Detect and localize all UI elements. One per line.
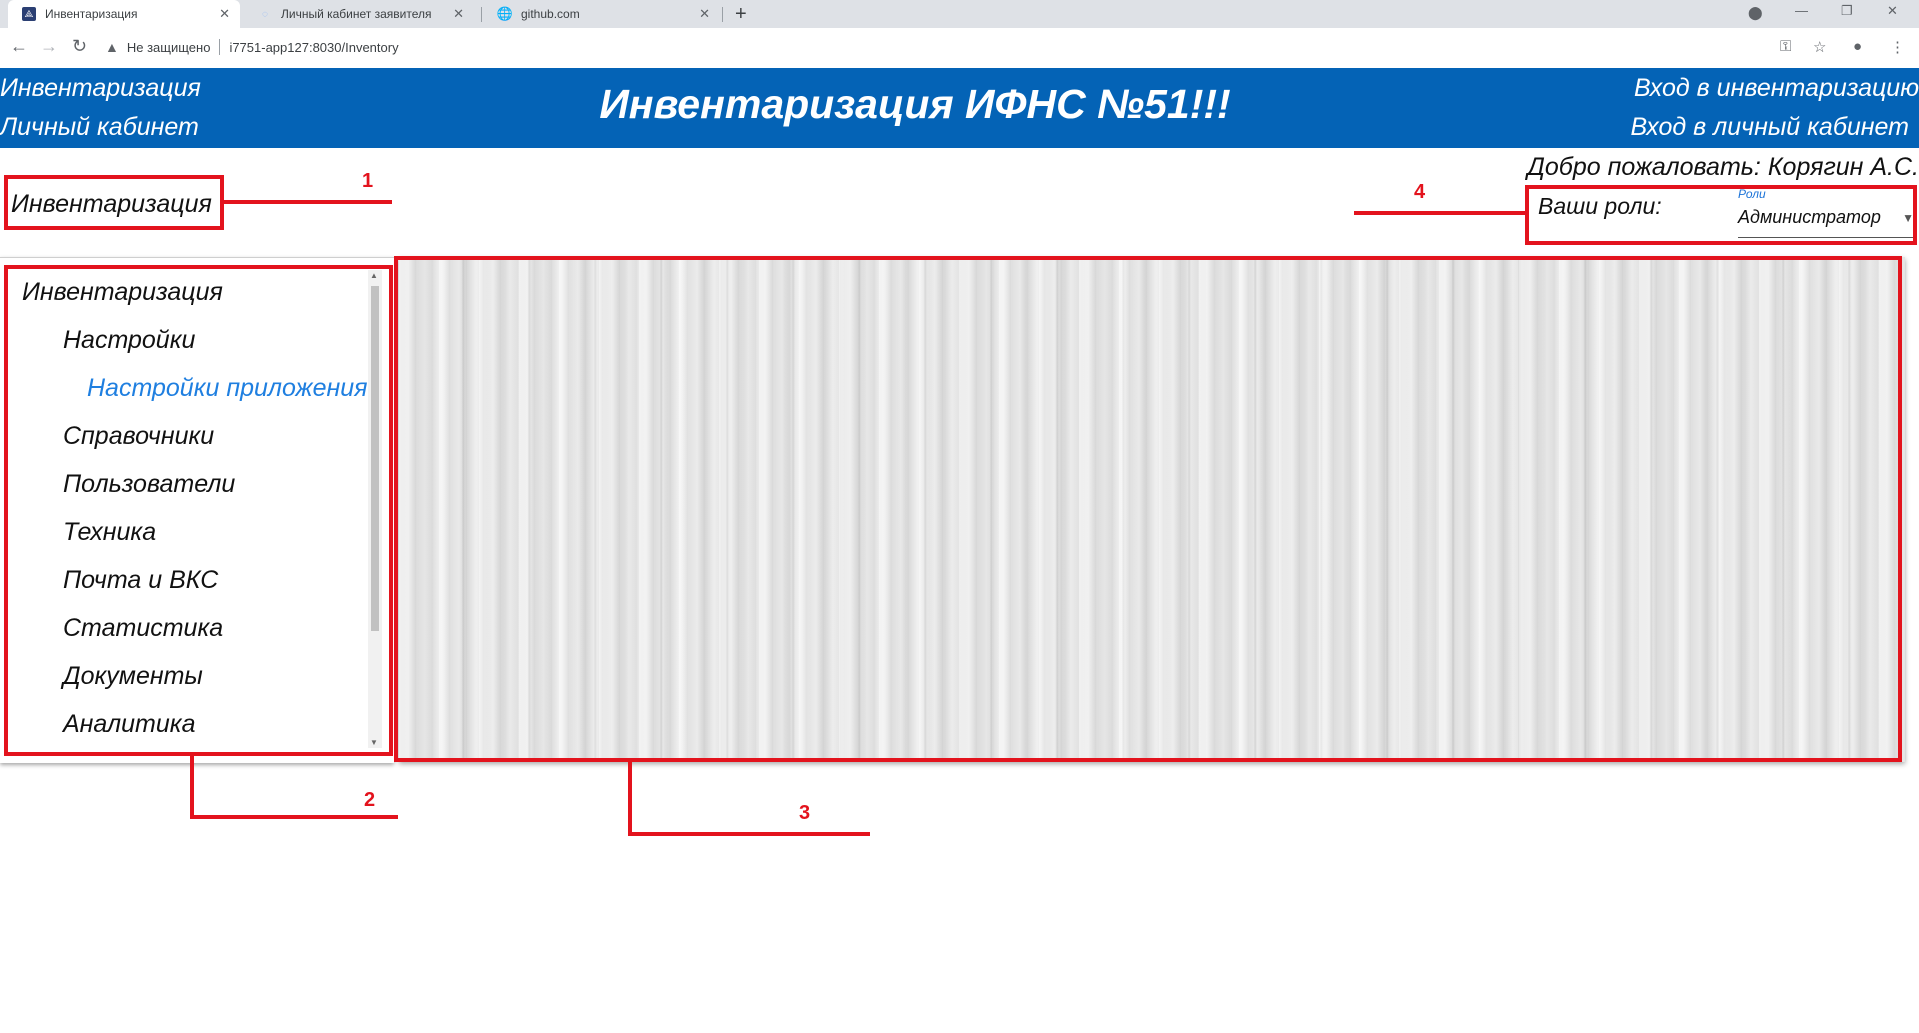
back-icon[interactable]: ← [10, 36, 28, 57]
annotation-box-1 [4, 175, 224, 230]
tab-title: Инвентаризация [45, 7, 138, 21]
globe-icon: 🌐 [496, 6, 514, 21]
tab-title: Личный кабинет заявителя [281, 7, 432, 21]
bookmark-star-icon[interactable]: ☆ [1813, 38, 1826, 56]
annotation-line-4 [1354, 211, 1525, 215]
annotation-number-3: 3 [799, 802, 811, 824]
url-text: i7751-app127:8030/Inventory [229, 39, 399, 55]
annotation-line-3-vertical [628, 762, 632, 835]
annotation-number-2: 2 [364, 789, 376, 811]
tab-divider [722, 7, 723, 22]
annotation-line-2-horizontal [190, 815, 398, 819]
login-cabinet-link[interactable]: Вход в личный кабинет [1630, 113, 1909, 142]
key-icon[interactable]: ⚿ [1780, 38, 1791, 55]
address-bar[interactable]: ▲ Не защищено i7751-app127:8030/Inventor… [105, 33, 1905, 61]
restore-icon[interactable]: ❐ [1841, 3, 1853, 19]
annotation-line-2-vertical [190, 756, 194, 818]
tab-personal-cabinet[interactable]: ◌ Личный кабинет заявителя ✕ [244, 0, 474, 28]
loading-icon: ◌ [262, 8, 268, 20]
close-tab-icon[interactable]: ✕ [699, 6, 710, 22]
annotation-box-4 [1525, 185, 1917, 245]
new-tab-icon[interactable]: + [735, 3, 747, 26]
app-icon: ⟁ [22, 7, 36, 21]
security-label: Не защищено [126, 39, 211, 55]
annotation-number-1: 1 [362, 170, 374, 192]
minimize-icon[interactable]: — [1795, 3, 1808, 18]
tab-title: github.com [521, 7, 580, 21]
address-divider [219, 39, 221, 55]
more-menu-icon[interactable]: ⋮ [1890, 38, 1905, 56]
account-icon[interactable]: ● [1853, 38, 1862, 55]
tab-divider [481, 7, 482, 22]
annotation-box-2 [4, 265, 393, 756]
annotation-box-3 [394, 256, 1902, 762]
tab-github[interactable]: 🌐 github.com ✕ [484, 0, 720, 28]
annotation-number-4: 4 [1414, 181, 1426, 203]
site-header: Инвентаризация Личный кабинет Инвентариз… [0, 68, 1919, 148]
annotation-line-1 [224, 200, 392, 204]
close-tab-icon[interactable]: ✕ [453, 6, 464, 22]
annotation-line-3-horizontal [628, 832, 870, 836]
browser-tab-strip: ⟁ Инвентаризация ✕ ◌ Личный кабинет заяв… [0, 0, 1919, 28]
forward-icon[interactable]: → [40, 36, 58, 57]
close-window-icon[interactable]: ✕ [1887, 3, 1898, 19]
warning-icon: ▲ [105, 39, 119, 55]
close-tab-icon[interactable]: ✕ [219, 6, 230, 22]
reload-icon[interactable]: ↻ [72, 36, 87, 57]
browser-toolbar: ← → ↻ ▲ Не защищено i7751-app127:8030/In… [0, 28, 1919, 69]
welcome-message: Добро пожаловать: Корягин А.С. [1527, 153, 1919, 181]
login-inventory-link[interactable]: Вход в инвентаризацию [1634, 74, 1919, 103]
tab-inventory[interactable]: ⟁ Инвентаризация ✕ [8, 0, 240, 28]
profile-menu-icon[interactable]: ⬤ [1748, 5, 1763, 21]
site-title: Инвентаризация ИФНС №51!!! [599, 81, 1231, 127]
